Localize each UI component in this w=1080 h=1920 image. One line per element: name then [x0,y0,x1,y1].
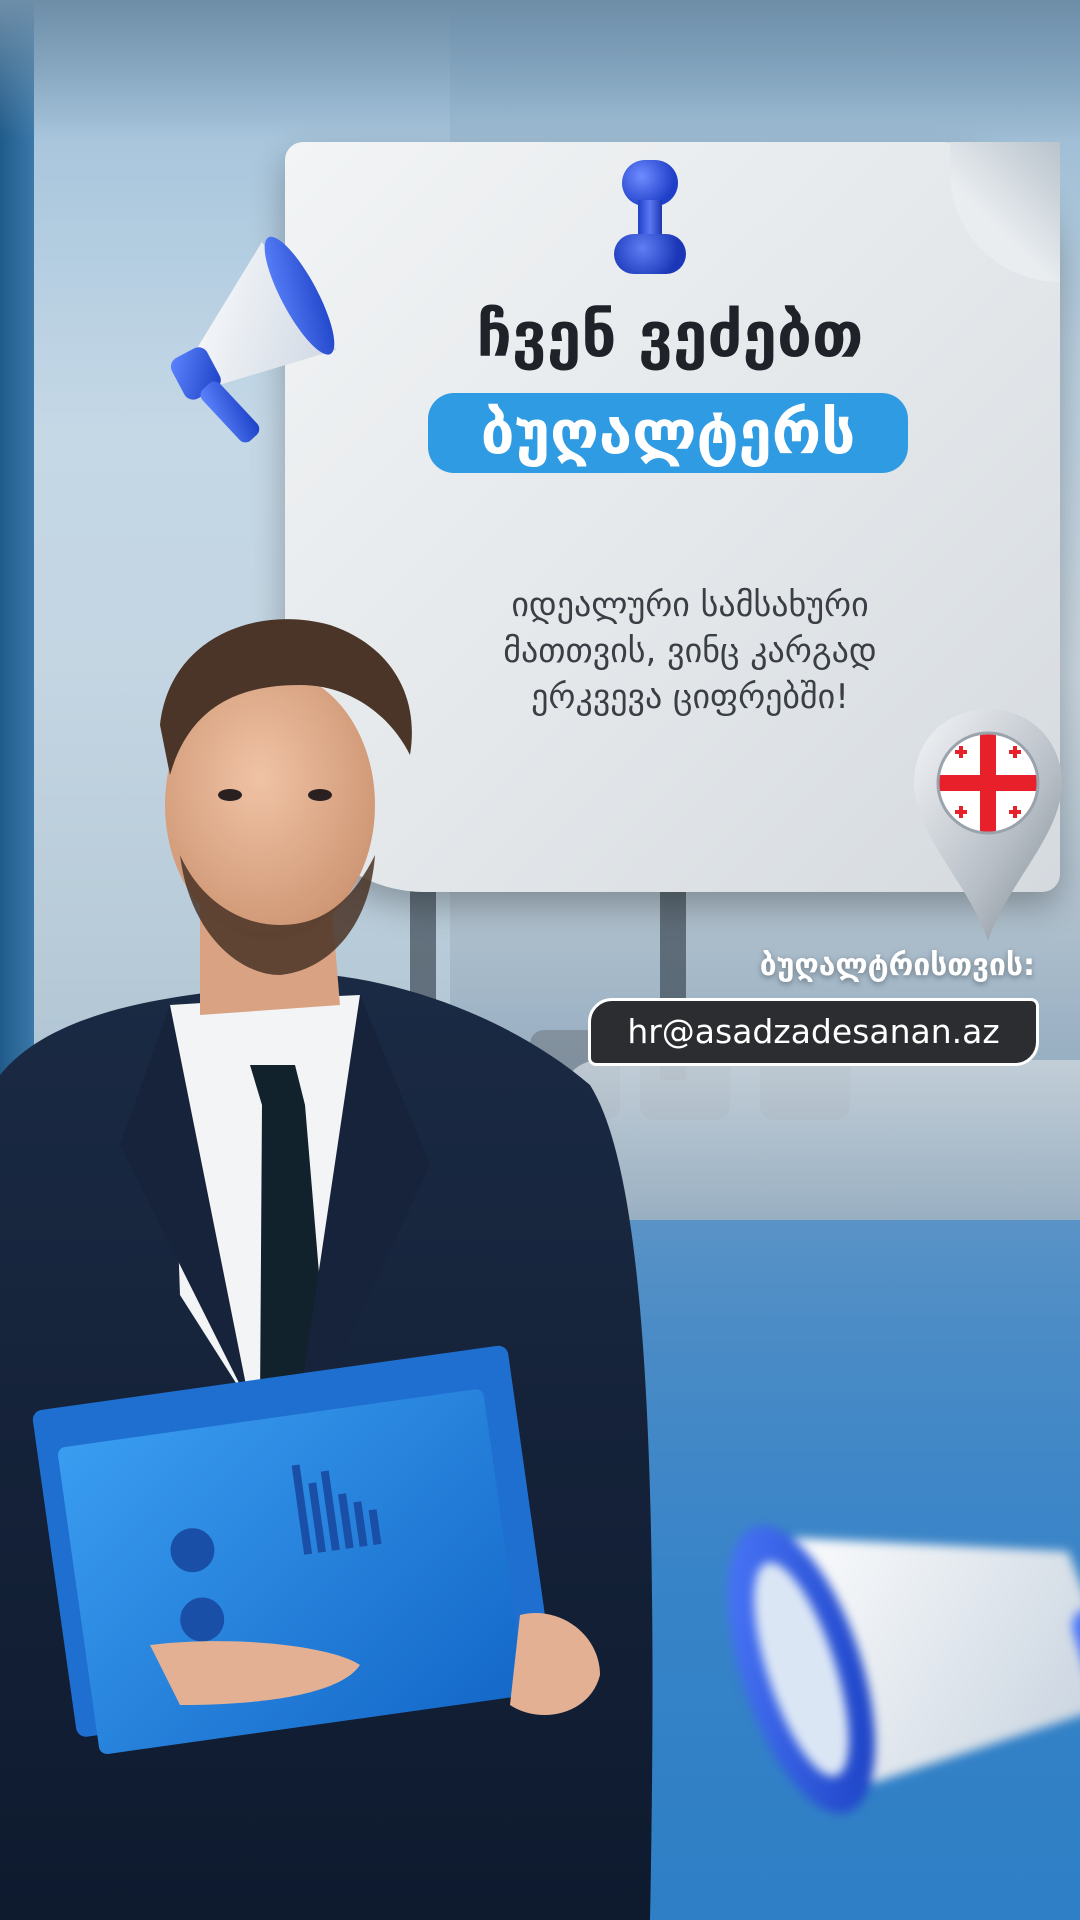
paper-curl [950,142,1060,282]
job-poster: ჩვენ ვეძებთ ბუღალტერს იდეალური სამსახური… [0,0,1080,1920]
push-pin-icon [610,160,690,285]
headline-highlight: ბუღალტერს [428,393,908,473]
headline-line1: ჩვენ ვეძებთ [476,298,864,371]
background-ceiling [0,0,1080,140]
businessman-photo [0,619,653,1920]
location-pin-icon [914,709,1062,941]
